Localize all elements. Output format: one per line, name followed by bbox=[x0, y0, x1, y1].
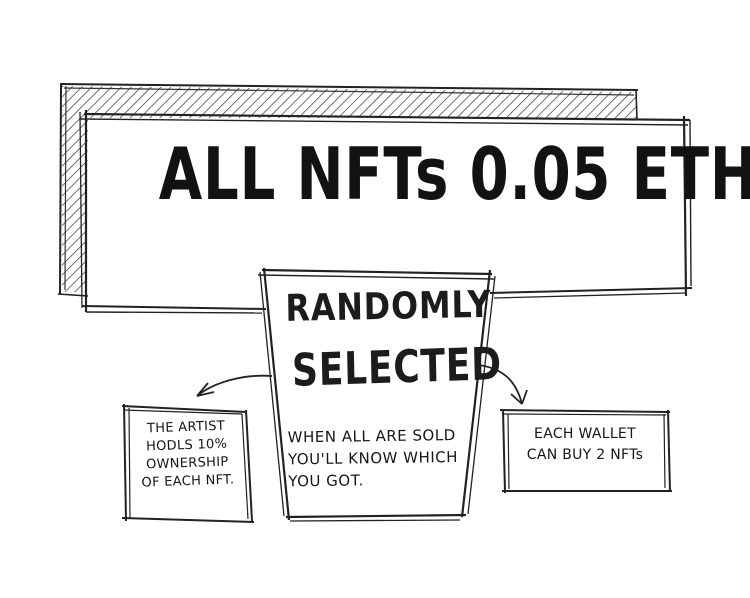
right-note-line: CAN BUY 2 NFTs bbox=[526, 447, 644, 463]
center-body-line: YOU GOT. bbox=[288, 471, 364, 491]
center-body-text: WHEN ALL ARE SOLD YOU'LL KNOW WHICH YOU … bbox=[288, 424, 489, 493]
center-title-line2: SELECTED bbox=[291, 337, 503, 397]
right-note-text: EACH WALLET CAN BUY 2 NFTs bbox=[510, 424, 660, 466]
headline-price: ALL NFTs 0.05 ETH bbox=[158, 132, 750, 216]
left-note-text: THE ARTIST HODLS 10% OWNERSHIP OF EACH N… bbox=[127, 417, 247, 493]
center-title-line1: RANDOMLY bbox=[285, 282, 492, 330]
arrow-left-icon bbox=[196, 374, 273, 397]
right-note-line: EACH WALLET bbox=[534, 426, 636, 442]
center-body-line: YOU'LL KNOW WHICH bbox=[287, 448, 459, 469]
center-body-line: WHEN ALL ARE SOLD bbox=[287, 426, 456, 447]
